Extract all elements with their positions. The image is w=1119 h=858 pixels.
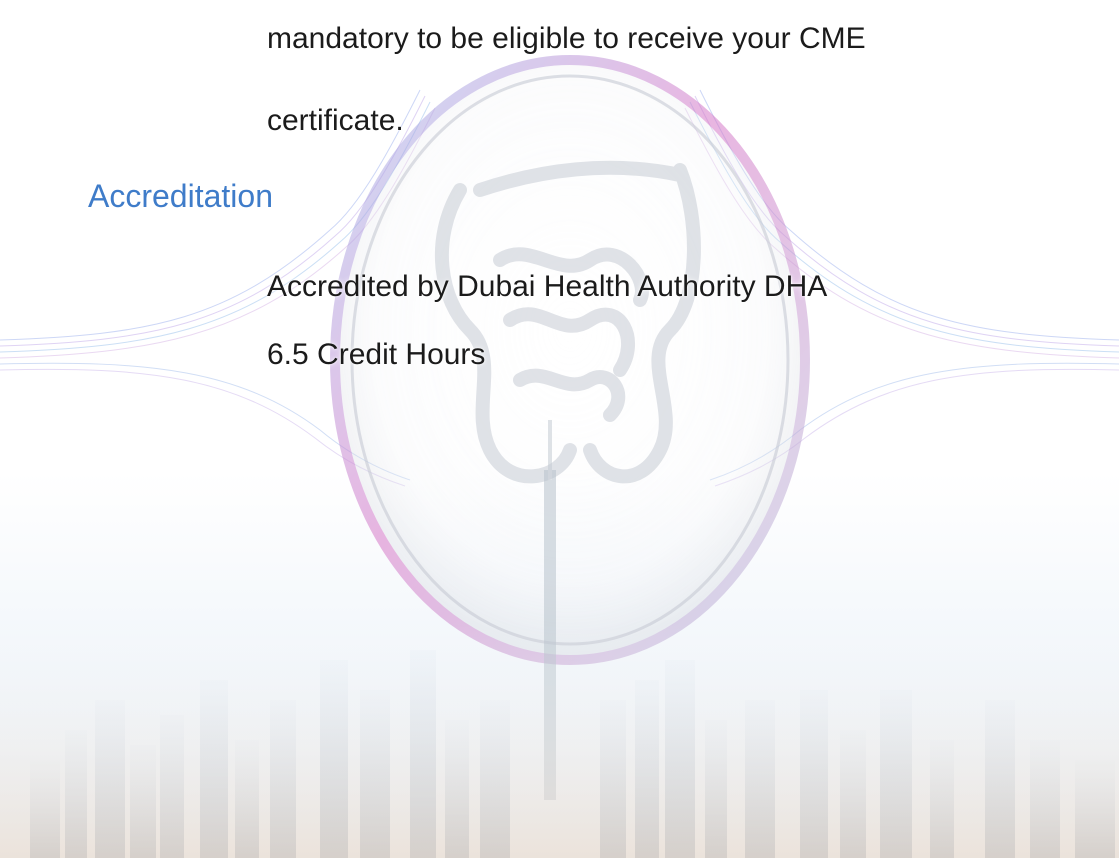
intro-text-line-1: mandatory to be eligible to receive your… (267, 22, 866, 55)
section-heading-accreditation: Accreditation (88, 178, 273, 214)
document-page: mandatory to be eligible to receive your… (0, 0, 1119, 858)
intro-text-line-2: certificate. (267, 104, 404, 137)
accreditation-body-text: Accredited by Dubai Health Authority DHA (267, 270, 828, 303)
credit-hours-text: 6.5 Credit Hours (267, 338, 486, 371)
document-text: mandatory to be eligible to receive your… (0, 0, 1119, 858)
